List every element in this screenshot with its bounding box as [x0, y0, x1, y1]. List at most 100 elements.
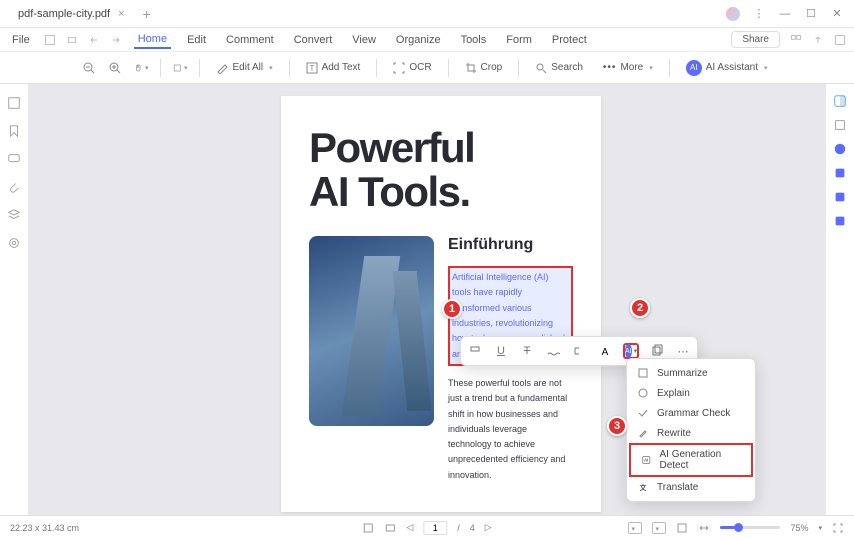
properties-icon[interactable]: [833, 118, 847, 132]
ai-menu-label: Rewrite: [657, 428, 691, 439]
share-button[interactable]: Share: [731, 31, 780, 48]
callout-two: 2: [630, 298, 650, 318]
minimize-button[interactable]: —: [778, 7, 792, 21]
prev-page-button[interactable]: ◁: [406, 522, 413, 533]
ai-menu-explain[interactable]: Explain: [627, 383, 755, 403]
reflow-icon[interactable]: [362, 522, 374, 534]
zoom-dropdown[interactable]: ▾: [818, 524, 822, 532]
ai-menu-label: Explain: [657, 388, 690, 399]
edit-all-button[interactable]: Edit All: [212, 60, 276, 76]
add-text-button[interactable]: T Add Text: [302, 60, 365, 76]
page-number-input[interactable]: [423, 521, 447, 535]
tab-home[interactable]: Home: [134, 31, 171, 49]
crop-label: Crop: [481, 62, 503, 73]
zoom-out-icon[interactable]: [82, 61, 96, 75]
ai-menu-translate[interactable]: 文 Translate: [627, 477, 755, 497]
ai-translate-icon[interactable]: [833, 190, 847, 204]
note-icon[interactable]: A: [597, 343, 613, 359]
highlight-icon[interactable]: [467, 343, 483, 359]
upload-icon[interactable]: [812, 34, 824, 46]
expand-icon[interactable]: [834, 34, 846, 46]
ai-dropdown-button[interactable]: AI▾: [623, 343, 639, 359]
strikethrough-icon[interactable]: T: [519, 343, 535, 359]
tab-comment[interactable]: Comment: [222, 32, 278, 48]
save-icon[interactable]: [44, 34, 56, 46]
ai-tools-icon[interactable]: [833, 214, 847, 228]
ocr-label: OCR: [409, 62, 431, 73]
zoom-in-icon[interactable]: [108, 61, 122, 75]
menubar: File Home Edit Comment Convert View Orga…: [0, 28, 854, 52]
fields-icon[interactable]: [7, 236, 21, 250]
tab-close-button[interactable]: ×: [118, 8, 124, 20]
tab-convert[interactable]: Convert: [290, 32, 337, 48]
ai-menu-label: Grammar Check: [657, 408, 730, 419]
heading-line2: AI Tools.: [309, 168, 470, 215]
tab-title: pdf-sample-city.pdf: [18, 8, 110, 20]
read-mode-icon[interactable]: [384, 522, 396, 534]
caret-icon[interactable]: [571, 343, 587, 359]
squiggly-icon[interactable]: [545, 343, 561, 359]
underline-icon[interactable]: U: [493, 343, 509, 359]
grid-icon[interactable]: [790, 34, 802, 46]
page-separator: /: [457, 523, 460, 533]
tab-form[interactable]: Form: [502, 32, 536, 48]
explain-icon: [637, 387, 649, 399]
zoom-slider[interactable]: [720, 526, 780, 529]
fit-page-icon[interactable]: [676, 522, 688, 534]
thumbnails-icon[interactable]: [7, 96, 21, 110]
file-menu[interactable]: File: [8, 32, 34, 48]
close-window-button[interactable]: ✕: [830, 7, 844, 21]
callout-one: 1: [442, 299, 462, 319]
summarize-icon: [637, 367, 649, 379]
ai-menu-detect[interactable]: AI AI Generation Detect: [629, 443, 753, 477]
copy-icon[interactable]: [649, 343, 665, 359]
window-controls: ⋮ — ☐ ✕: [726, 7, 854, 21]
shape-tool-icon[interactable]: [173, 61, 187, 75]
translate-icon: 文: [637, 481, 649, 493]
more-options-icon[interactable]: ⋯: [675, 343, 691, 359]
ai-menu-label: Translate: [657, 482, 698, 493]
tab-tools[interactable]: Tools: [457, 32, 491, 48]
tab-organize[interactable]: Organize: [392, 32, 445, 48]
comments-icon[interactable]: [7, 152, 21, 166]
ai-assistant-label: AI Assistant: [706, 62, 758, 73]
new-tab-button[interactable]: +: [143, 6, 151, 22]
ai-assistant-button[interactable]: AI AI Assistant: [682, 58, 772, 78]
panel-toggle-icon[interactable]: [833, 94, 847, 108]
document-tab[interactable]: pdf-sample-city.pdf ×: [8, 2, 135, 26]
left-sidebar: [0, 84, 28, 524]
ai-menu-rewrite[interactable]: Rewrite: [627, 423, 755, 443]
detect-icon: AI: [641, 454, 651, 466]
bookmarks-icon[interactable]: [7, 124, 21, 138]
edit-all-label: Edit All: [232, 62, 263, 73]
crop-button[interactable]: Crop: [461, 60, 507, 76]
ai-menu-grammar[interactable]: Grammar Check: [627, 403, 755, 423]
hand-tool-icon[interactable]: [134, 61, 148, 75]
ai-dropdown-menu: Summarize Explain Grammar Check Rewrite …: [626, 358, 756, 502]
next-page-button[interactable]: ▷: [485, 522, 492, 533]
ai-summary-icon[interactable]: [833, 166, 847, 180]
maximize-button[interactable]: ☐: [804, 7, 818, 21]
article-image: [309, 236, 434, 426]
ai-menu-label: AI Generation Detect: [659, 449, 741, 471]
ai-menu-summarize[interactable]: Summarize: [627, 363, 755, 383]
tab-edit[interactable]: Edit: [183, 32, 210, 48]
print-icon[interactable]: [66, 34, 78, 46]
ai-chat-icon[interactable]: [833, 142, 847, 156]
menu-dots-icon[interactable]: ⋮: [752, 7, 766, 21]
undo-icon[interactable]: [88, 34, 100, 46]
search-button[interactable]: Search: [531, 60, 587, 76]
cloud-sync-icon[interactable]: [726, 7, 740, 21]
fullscreen-icon[interactable]: [832, 522, 844, 534]
layers-icon[interactable]: [7, 208, 21, 222]
redo-icon[interactable]: [110, 34, 122, 46]
attachments-icon[interactable]: [7, 180, 21, 194]
tab-view[interactable]: View: [348, 32, 380, 48]
more-button[interactable]: ••• More: [599, 60, 657, 75]
tab-protect[interactable]: Protect: [548, 32, 591, 48]
view-mode-1[interactable]: [628, 522, 642, 534]
add-text-label: Add Text: [322, 62, 361, 73]
fit-width-icon[interactable]: [698, 522, 710, 534]
view-mode-2[interactable]: [652, 522, 666, 534]
ocr-button[interactable]: OCR: [389, 60, 435, 76]
